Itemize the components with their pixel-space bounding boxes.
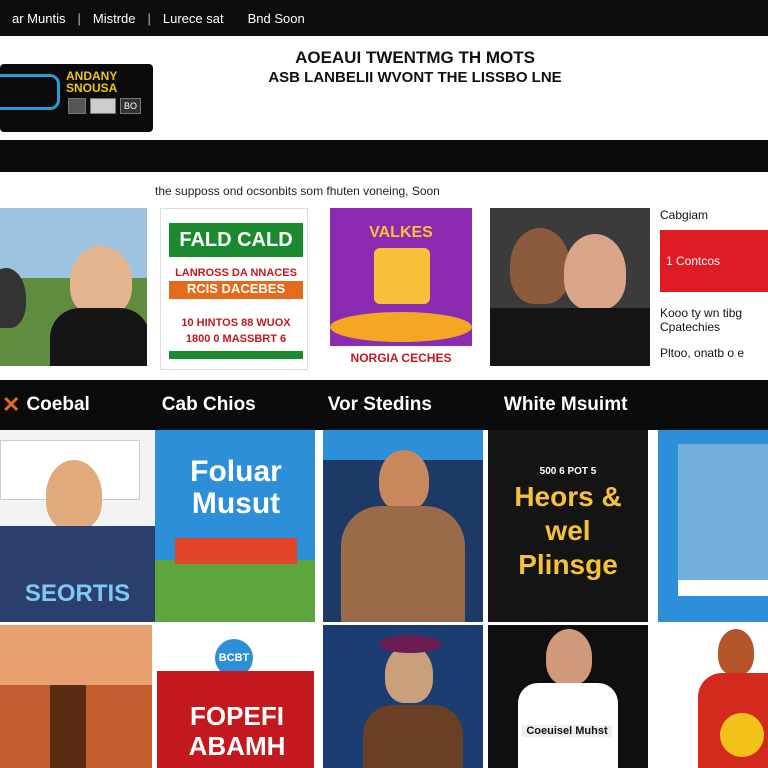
tab-category-1[interactable]: Coebal	[26, 394, 89, 416]
site-logo[interactable]: ANDANY SNOUSA BO	[0, 64, 153, 132]
panel-line: Pltoo, onatb o e	[660, 346, 745, 360]
featured-tile-4[interactable]	[490, 208, 650, 366]
featured-tile-2[interactable]: FALD CALD LANROSS DA NNACES RCIS DACEBES…	[160, 208, 308, 370]
poster-title: FALD CALD	[169, 223, 303, 257]
headline-line-2: ASB LANBELII WVONT THE LISSBO LNE	[268, 69, 562, 86]
poster-line: LANROSS DA NNACES	[175, 267, 297, 279]
content-card[interactable]	[658, 625, 768, 768]
content-card[interactable]	[0, 625, 152, 768]
section-subtitle: the supposs ond ocsonbits som fhuten von…	[155, 184, 440, 198]
contact-button[interactable]: 1 Contcos	[660, 230, 768, 292]
logo-pill	[90, 98, 116, 114]
side-panel: Cabgiam 1 Contcos Kooo ty wn tibg Cpatec…	[660, 208, 768, 368]
card-title: FOPEFI ABAMH	[188, 701, 286, 761]
logo-pill	[68, 98, 86, 114]
page-headline: AOEAUI TWENTMG TH MOTS ASB LANBELII WVON…	[205, 48, 625, 88]
tab-category-2[interactable]: Cab Chios	[162, 394, 256, 416]
logo-text: ANDANY SNOUSA	[66, 69, 118, 95]
person-image	[379, 450, 429, 510]
featured-tile-3[interactable]: VALKES NORGIA CECHES	[330, 208, 472, 370]
person-image	[385, 645, 433, 703]
poster-title: VALKES	[369, 224, 433, 241]
poster-line: 1800 0 MASSBRT 6	[185, 333, 287, 345]
card-caption: Coeuisel Muhst	[522, 725, 612, 737]
divider-stripe	[0, 140, 768, 172]
person-image	[510, 228, 570, 304]
panel-line: Cpatechies	[660, 320, 721, 334]
card-overline: 500 6 POT 5	[539, 466, 597, 477]
tab-category-3[interactable]: Vor Stedins	[328, 394, 432, 416]
content-card[interactable]: SEORTIS	[0, 430, 155, 622]
card-title: Heors & wel Plinsge	[514, 481, 622, 580]
close-icon[interactable]: ✕	[2, 392, 20, 418]
logo-mark	[0, 74, 60, 110]
content-card[interactable]: Coeuisel Muhst	[488, 625, 648, 768]
person-image	[46, 460, 102, 530]
nav-item-4[interactable]: Bnd Soon	[236, 11, 317, 26]
logo-pill: BO	[120, 98, 142, 114]
person-image	[564, 234, 626, 310]
content-card[interactable]	[658, 430, 768, 622]
content-card[interactable]	[323, 430, 483, 622]
poster-caption: NORGIA CECHES	[330, 346, 472, 370]
content-card[interactable]: 500 6 POT 5 Heors & wel Plinsge	[488, 430, 648, 622]
headline-line-1: AOEAUI TWENTMG TH MOTS	[295, 48, 535, 67]
top-nav: ar Muntis | Mistrde | Lurece sat Bnd Soo…	[0, 0, 768, 36]
card-title: SEORTIS	[24, 580, 131, 607]
category-bar: ✕ Coebal Cab Chios Vor Stedins White Msu…	[0, 380, 768, 430]
nav-item-1[interactable]: ar Muntis	[0, 11, 77, 26]
content-card[interactable]	[323, 625, 483, 768]
person-image	[70, 246, 132, 316]
content-card[interactable]: Foluar Musut	[155, 430, 315, 622]
poster-line: RCIS DACEBES	[169, 281, 303, 299]
card-title: Foluar Musut	[190, 455, 282, 520]
tab-category-4[interactable]: White Msuimt	[504, 394, 628, 416]
poster-line: 10 HINTOS 88 WUOX	[181, 317, 291, 329]
panel-line: Kooo ty wn tibg	[660, 306, 743, 320]
person-image	[718, 629, 754, 675]
nav-item-3[interactable]: Lurece sat	[151, 11, 236, 26]
person-image	[546, 629, 592, 685]
featured-tile-1[interactable]	[0, 208, 147, 366]
nav-item-2[interactable]: Mistrde	[81, 11, 148, 26]
panel-label: Cabgiam	[660, 208, 709, 222]
content-card[interactable]: BCBT FOPEFI ABAMH	[157, 625, 314, 768]
